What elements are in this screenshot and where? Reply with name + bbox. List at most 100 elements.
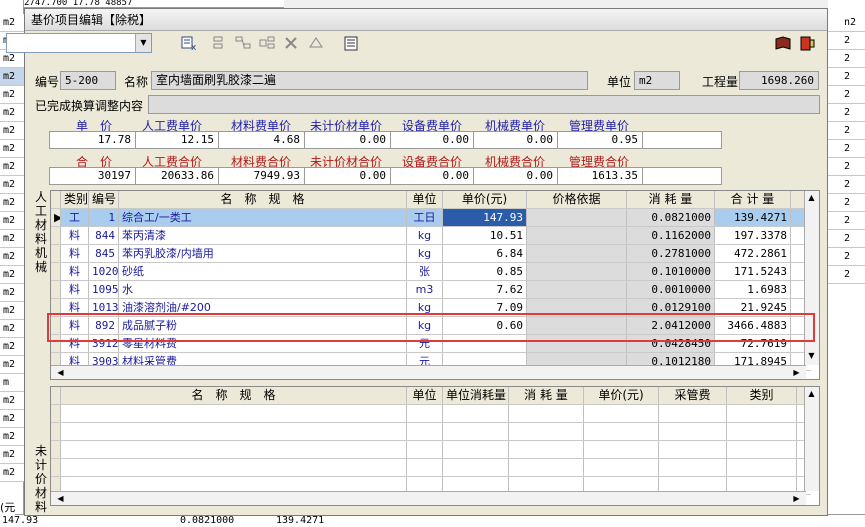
grid2-header-cell[interactable]: 单位消耗量 [443, 387, 509, 404]
resource-grid[interactable]: 类别编号名 称 规 格单位单价(元)价格依据消 耗 量合 计 量▶工1综合工/一… [50, 190, 820, 380]
grid2-empty-row[interactable] [51, 405, 811, 423]
notes-icon[interactable] [342, 35, 360, 51]
grid2-vertical-scrollbar[interactable] [804, 387, 819, 491]
grid2-header-cell[interactable]: 名 称 规 格 [61, 387, 407, 404]
equipment-unit-price-value[interactable]: 0.00 [390, 131, 474, 149]
management-unit-price-value[interactable]: 0.95 [557, 131, 643, 149]
grid-cell-total[interactable]: 171.5243 [715, 263, 791, 280]
grid2-cell[interactable] [584, 405, 659, 422]
grid2-header-cell[interactable]: 消 耗 量 [509, 387, 584, 404]
grid-cell-type[interactable]: 料 [61, 245, 89, 262]
grid2-cell[interactable] [61, 423, 407, 440]
scroll-up-arrow-icon[interactable]: ▲ [804, 193, 819, 202]
grid-cell-code[interactable]: 1020 [89, 263, 119, 280]
grid-header-cell[interactable]: 价格依据 [527, 191, 627, 208]
exit-icon[interactable] [798, 35, 816, 51]
grid-header-cell[interactable]: 合 计 量 [715, 191, 791, 208]
grid-cell-name[interactable]: 苯丙清漆 [119, 227, 407, 244]
grid-cell-type[interactable]: 料 [61, 263, 89, 280]
grid-header-cell[interactable] [51, 191, 61, 208]
table-row[interactable]: 料 1020 砂纸张 0.85 0.1010000 171.5243 [51, 263, 811, 281]
grid2-cell[interactable] [509, 423, 584, 440]
grid-cell-unit[interactable]: kg [407, 227, 443, 244]
grid-cell-code[interactable]: 1 [89, 209, 119, 226]
grid2-cell[interactable] [61, 405, 407, 422]
grid-cell-total[interactable]: 139.4271 [715, 209, 791, 226]
grid2-cell[interactable] [509, 459, 584, 476]
grid-cell-code[interactable]: 844 [89, 227, 119, 244]
find-icon[interactable]: x [180, 35, 198, 53]
grid-cell-price[interactable]: 0.85 [443, 263, 527, 280]
grid-cell-total[interactable]: 1.6983 [715, 281, 791, 298]
management-total-value[interactable]: 1613.35 [557, 167, 643, 185]
grid2-cell[interactable] [584, 423, 659, 440]
grid-cell-code[interactable]: 1095 [89, 281, 119, 298]
grid2-cell[interactable] [443, 405, 509, 422]
extra-total-value[interactable] [642, 167, 722, 185]
machine-total-value[interactable]: 0.00 [473, 167, 558, 185]
table-row[interactable]: 料 1095 水 m3 7.62 0.0010000 1.6983 [51, 281, 811, 299]
grid-cell-basis[interactable] [527, 227, 627, 244]
unit-field[interactable]: m2 [634, 71, 680, 90]
name-field[interactable]: 室内墙面刷乳胶漆二遍 [151, 71, 588, 90]
insert-row-icon[interactable] [210, 35, 228, 51]
grid-cell-name[interactable]: 综合工/一类工 [119, 209, 407, 226]
grid2-cell[interactable] [659, 405, 727, 422]
grid-cell-total[interactable]: 197.3378 [715, 227, 791, 244]
grid2-cell[interactable] [584, 441, 659, 458]
grid-cell-unit[interactable]: m3 [407, 281, 443, 298]
grid-cell-basis[interactable] [527, 245, 627, 262]
combo-dropdown-icon[interactable]: ▼ [135, 34, 151, 52]
grid2-header-cell[interactable] [51, 387, 61, 404]
grid-cell-basis[interactable] [527, 209, 627, 226]
unit-price-value[interactable]: 17.78 [49, 131, 136, 149]
scroll-left-arrow-icon[interactable]: ◀ [53, 368, 68, 377]
grid2-horizontal-scrollbar[interactable] [51, 491, 806, 505]
table-row[interactable]: ▶工1综合工/一类工工日147.93 0.0821000139.4271 [51, 209, 811, 227]
grid-cell-price[interactable]: 7.62 [443, 281, 527, 298]
grid2-cell[interactable] [659, 459, 727, 476]
grid-header-cell[interactable]: 单价(元) [443, 191, 527, 208]
grid2-cell[interactable] [61, 441, 407, 458]
grid2-scroll-right-arrow-icon[interactable]: ▶ [789, 494, 804, 503]
labor-unit-price-value[interactable]: 12.15 [135, 131, 219, 149]
grid-cell-unit[interactable]: 工日 [407, 209, 443, 226]
replace-icon[interactable] [307, 35, 325, 51]
grid-cell-total[interactable]: 472.2861 [715, 245, 791, 262]
grid-cell-basis[interactable] [527, 281, 627, 298]
grid2-cell[interactable] [509, 405, 584, 422]
unpriced-material-grid[interactable]: 名 称 规 格单位 单位消耗量消 耗 量单价(元) 采管费 类别 ▲ ◀ ▶ [50, 386, 820, 506]
scroll-right-arrow-icon[interactable]: ▶ [789, 368, 804, 377]
grid2-header-cell[interactable]: 类别 [727, 387, 797, 404]
grid2-cell[interactable] [727, 405, 797, 422]
grid-header-cell[interactable]: 编号 [89, 191, 119, 208]
grid-cell-price[interactable]: 147.93 [443, 209, 527, 226]
grid-cell-qty[interactable]: 0.0010000 [627, 281, 715, 298]
grid-horizontal-scrollbar[interactable] [51, 365, 806, 379]
table-row[interactable]: 料 844 苯丙清漆 kg 10.51 0.1162000 197.3378 [51, 227, 811, 245]
move-row-icon[interactable] [258, 35, 276, 51]
grid-cell-name[interactable]: 苯丙乳胶漆/内墙用 [119, 245, 407, 262]
material-unit-price-value[interactable]: 4.68 [218, 131, 305, 149]
grid-cell-price[interactable]: 6.84 [443, 245, 527, 262]
grid2-header-cell[interactable]: 单位 [407, 387, 443, 404]
labor-total-value[interactable]: 20633.86 [135, 167, 219, 185]
grid-header-cell[interactable]: 消 耗 量 [627, 191, 715, 208]
grid2-cell[interactable] [727, 459, 797, 476]
table-row[interactable]: 料 845 苯丙乳胶漆/内墙用 kg 6.84 0.2781000 472.2861 [51, 245, 811, 263]
grid2-cell[interactable] [407, 405, 443, 422]
grid2-scroll-left-arrow-icon[interactable]: ◀ [53, 494, 68, 503]
grid2-cell[interactable] [584, 459, 659, 476]
grid2-cell[interactable] [443, 441, 509, 458]
grid2-cell[interactable] [509, 441, 584, 458]
grid-header-cell[interactable]: 类别 [61, 191, 89, 208]
grid-cell-type[interactable]: 工 [61, 209, 89, 226]
grid2-cell[interactable] [407, 441, 443, 458]
total-price-value[interactable]: 30197 [49, 167, 136, 185]
equipment-total-value[interactable]: 0.00 [390, 167, 474, 185]
unpriced-material-total-value[interactable]: 0.00 [304, 167, 391, 185]
grid-cell-price[interactable]: 10.51 [443, 227, 527, 244]
add-sub-row-icon[interactable] [234, 35, 252, 51]
delete-row-icon[interactable] [283, 35, 301, 51]
unpriced-material-unit-price-value[interactable]: 0.00 [304, 131, 391, 149]
